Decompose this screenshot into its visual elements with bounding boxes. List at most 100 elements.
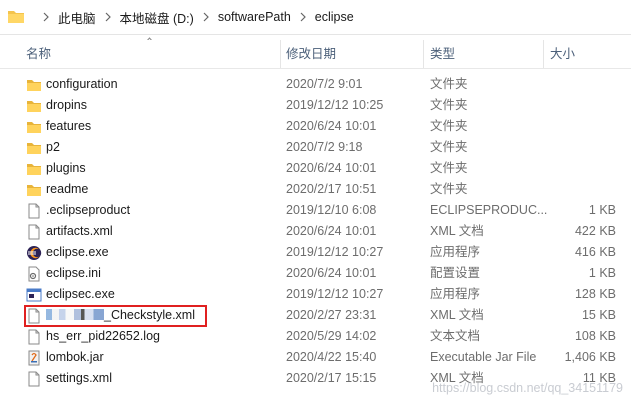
breadcrumb-item-softwarepath[interactable]: softwarePath (218, 10, 291, 24)
breadcrumb: 此电脑 本地磁盘 (D:) softwarePath eclipse (34, 0, 354, 34)
file-row[interactable]: configuration 2020/7/2 9:01 文件夹 (0, 74, 631, 95)
redacted-text (46, 309, 104, 320)
chevron-right-icon (203, 12, 209, 22)
file-icon (26, 203, 42, 219)
column-header-name[interactable]: 名称 (26, 40, 51, 68)
file-size: 1 KB (588, 266, 616, 280)
file-name-text: .eclipseproduct (46, 203, 131, 217)
file-name: .eclipseproduct (46, 200, 130, 221)
file-modified-date: 2019/12/12 10:27 (286, 287, 384, 301)
folder-icon (26, 98, 42, 114)
column-header-size[interactable]: 大小 (550, 40, 575, 68)
file-row[interactable]: .eclipseproduct 2019/12/10 6:08 ECLIPSEPRO… (0, 200, 631, 221)
column-divider[interactable] (423, 40, 424, 68)
file-name: lombok.jar (46, 347, 104, 368)
file-name-text: artifacts.xml (46, 224, 113, 238)
file-modified-date: 2019/12/12 10:27 (286, 245, 384, 259)
file-type: 文件夹 (430, 98, 468, 112)
file-modified-date: 2019/12/10 6:08 (286, 203, 377, 217)
file-size: 1,406 KB (564, 350, 616, 364)
chevron-right-icon (43, 12, 49, 22)
file-name-text: _Checkstyle.xml (104, 308, 195, 322)
folder-icon (8, 11, 24, 23)
watermark: https://blog.csdn.net/qq_34151179 (432, 381, 623, 395)
file-name-text: lombok.jar (46, 350, 104, 364)
file-size: 15 KB (581, 308, 616, 322)
file-name-text: p2 (46, 140, 60, 154)
address-bar[interactable]: 此电脑 本地磁盘 (D:) softwarePath eclipse (0, 0, 631, 35)
file-name: settings.xml (46, 368, 112, 389)
file-icon (26, 329, 42, 345)
file-name-text: features (46, 119, 92, 133)
chevron-right-icon (300, 12, 306, 22)
file-row[interactable]: artifacts.xml 2020/6/24 10:01 XML 文档 422 KB (0, 221, 631, 242)
file-name-text: hs_err_pid22652.log (46, 329, 160, 343)
file-size: 1 KB (588, 203, 616, 217)
chevron-right-icon (105, 12, 111, 22)
file-list: configuration 2020/7/2 9:01 文件夹 dropins 2019… (0, 74, 631, 389)
jar-file-icon (26, 350, 42, 366)
file-row[interactable]: readme 2020/2/17 10:51 文件夹 (0, 179, 631, 200)
file-modified-date: 2020/7/2 9:01 (286, 77, 363, 91)
file-type: 应用程序 (430, 245, 481, 259)
file-size: 416 KB (574, 245, 616, 259)
column-divider[interactable] (280, 40, 281, 68)
folder-icon (26, 161, 42, 177)
file-type: 文本文档 (430, 329, 481, 343)
file-name: eclipsec.exe (46, 284, 115, 305)
file-icon (26, 308, 42, 324)
column-header-type[interactable]: 类型 (430, 40, 455, 68)
breadcrumb-item-eclipse[interactable]: eclipse (315, 10, 354, 24)
file-name: configuration (46, 74, 118, 95)
file-name: plugins (46, 158, 86, 179)
file-name: artifacts.xml (46, 221, 113, 242)
breadcrumb-item-disk-d[interactable]: 本地磁盘 (D:) (120, 8, 194, 27)
file-row[interactable]: dropins 2019/12/12 10:25 文件夹 (0, 95, 631, 116)
file-name-text: settings.xml (46, 371, 112, 385)
file-modified-date: 2020/6/24 10:01 (286, 161, 377, 175)
file-size: 422 KB (574, 224, 616, 238)
application-icon (26, 287, 42, 303)
folder-icon (26, 140, 42, 156)
folder-icon (26, 182, 42, 198)
file-modified-date: 2020/4/22 15:40 (286, 350, 377, 364)
file-modified-date: 2020/6/24 10:01 (286, 266, 377, 280)
file-row[interactable]: _Checkstyle.xml 2020/2/27 23:31 XML 文档 15 K… (0, 305, 631, 326)
file-type: 应用程序 (430, 287, 481, 301)
file-modified-date: 2020/6/24 10:01 (286, 119, 377, 133)
file-row[interactable]: hs_err_pid22652.log 2020/5/29 14:02 文本文档 10… (0, 326, 631, 347)
file-name: features (46, 116, 91, 137)
file-name-text: eclipse.exe (46, 245, 109, 259)
file-name: eclipse.ini (46, 263, 101, 284)
file-name: readme (46, 179, 88, 200)
file-row[interactable]: eclipse.exe 2019/12/12 10:27 应用程序 416 KB (0, 242, 631, 263)
folder-icon (26, 77, 42, 93)
file-row[interactable]: plugins 2020/6/24 10:01 文件夹 (0, 158, 631, 179)
file-row[interactable]: p2 2020/7/2 9:18 文件夹 (0, 137, 631, 158)
file-modified-date: 2020/7/2 9:18 (286, 140, 363, 154)
file-type: XML 文档 (430, 308, 484, 322)
file-icon (26, 371, 42, 387)
eclipse-icon (26, 245, 42, 261)
file-name: dropins (46, 95, 87, 116)
file-type: 文件夹 (430, 140, 468, 154)
file-type: XML 文档 (430, 224, 484, 238)
file-name-text: configuration (46, 77, 118, 91)
file-type: 配置设置 (430, 266, 481, 280)
file-row[interactable]: lombok.jar 2020/4/22 15:40 Executable Jar … (0, 347, 631, 368)
file-type: 文件夹 (430, 119, 468, 133)
file-modified-date: 2020/2/27 23:31 (286, 308, 377, 322)
file-row[interactable]: eclipsec.exe 2019/12/12 10:27 应用程序 128 KB (0, 284, 631, 305)
column-header-date[interactable]: 修改日期 (286, 40, 336, 68)
file-row[interactable]: features 2020/6/24 10:01 文件夹 (0, 116, 631, 137)
breadcrumb-item-this-pc[interactable]: 此电脑 (58, 8, 96, 27)
file-name: p2 (46, 137, 60, 158)
file-size: 108 KB (574, 329, 616, 343)
column-divider[interactable] (543, 40, 544, 68)
file-name-text: eclipsec.exe (46, 287, 115, 301)
file-name-text: dropins (46, 98, 87, 112)
file-name: hs_err_pid22652.log (46, 326, 160, 347)
column-header-row: 名称 修改日期 类型 大小 (0, 40, 631, 69)
folder-icon (26, 119, 42, 135)
file-row[interactable]: eclipse.ini 2020/6/24 10:01 配置设置 1 KB (0, 263, 631, 284)
